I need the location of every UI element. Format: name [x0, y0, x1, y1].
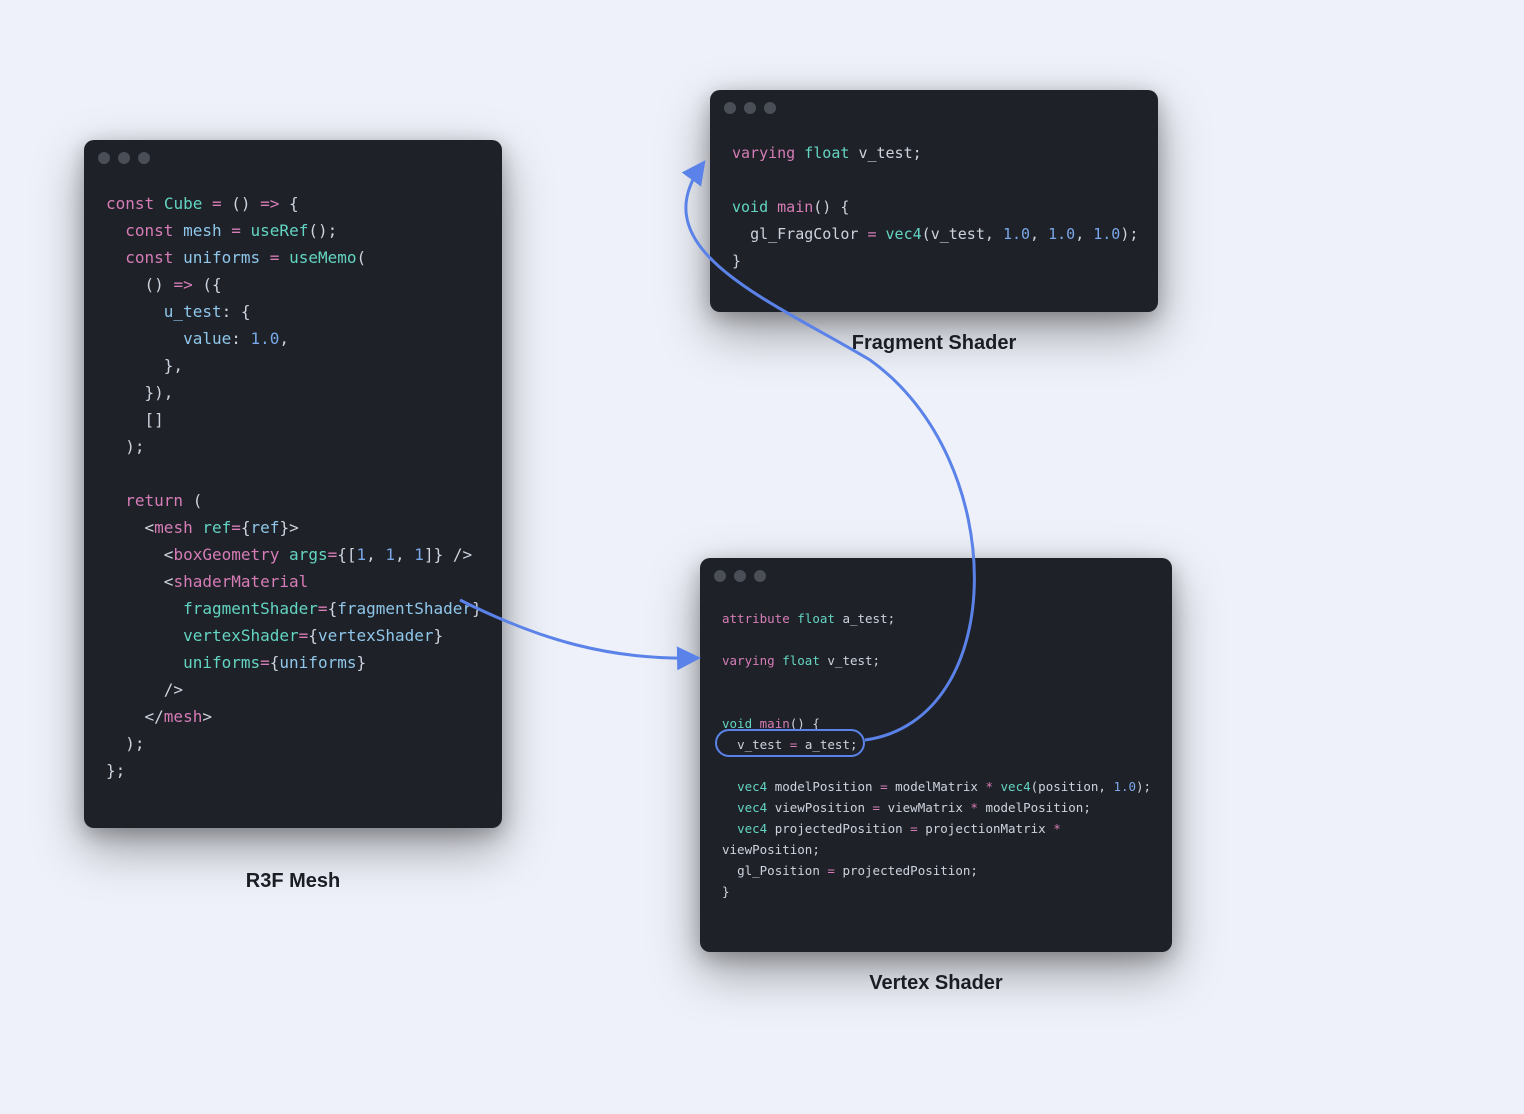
traffic-dot-icon [98, 152, 110, 164]
fragment-label: Fragment Shader [710, 332, 1158, 355]
window-titlebar [84, 140, 502, 176]
r3f-code-window: const Cube = () => { const mesh = useRef… [84, 140, 502, 828]
fragment-code-body: varying float v_test; void main() { gl_F… [710, 126, 1158, 297]
vertex-code-body: attribute float a_test; varying float v_… [700, 594, 1172, 924]
window-titlebar [700, 558, 1172, 594]
window-titlebar [710, 90, 1158, 126]
vertex-label: Vertex Shader [700, 972, 1172, 995]
traffic-dot-icon [764, 102, 776, 114]
traffic-dot-icon [734, 570, 746, 582]
fragment-code-window: varying float v_test; void main() { gl_F… [710, 90, 1158, 312]
traffic-dot-icon [744, 102, 756, 114]
r3f-label: R3F Mesh [84, 870, 502, 893]
r3f-code-body: const Cube = () => { const mesh = useRef… [84, 176, 502, 806]
traffic-dot-icon [714, 570, 726, 582]
traffic-dot-icon [138, 152, 150, 164]
traffic-dot-icon [118, 152, 130, 164]
traffic-dot-icon [724, 102, 736, 114]
traffic-dot-icon [754, 570, 766, 582]
vertex-code-window: attribute float a_test; varying float v_… [700, 558, 1172, 952]
